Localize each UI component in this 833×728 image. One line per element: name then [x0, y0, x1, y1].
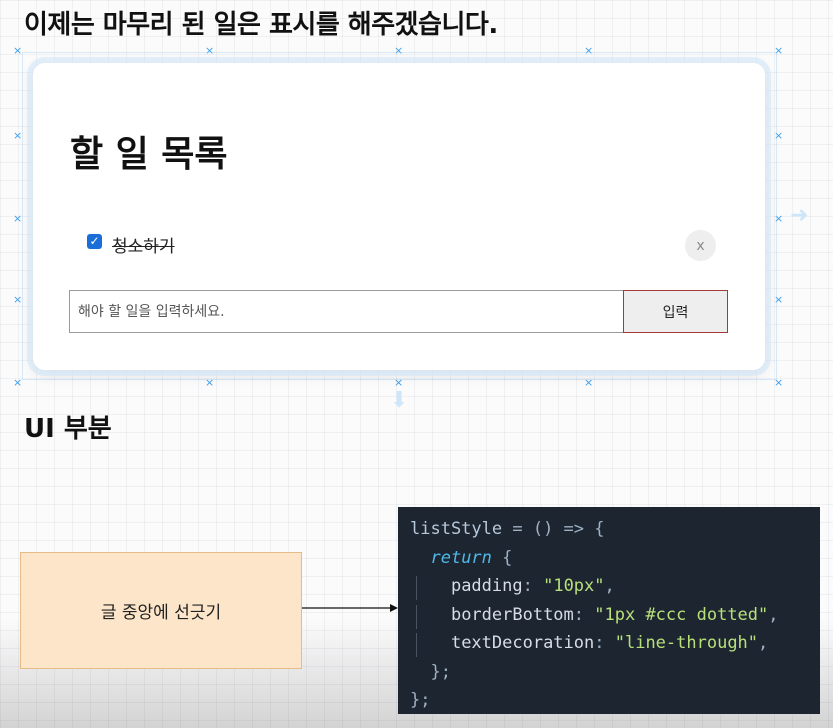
canvas-marker-icon: ×	[13, 44, 23, 57]
code-token: :	[594, 633, 615, 653]
code-function-name: listStyle	[410, 519, 503, 539]
canvas-marker-icon: ×	[13, 376, 23, 389]
arrow-right-icon	[302, 604, 398, 612]
code-token: };	[430, 661, 451, 682]
submit-button[interactable]: 입력	[623, 290, 728, 333]
todo-item: ✓ 청소하기	[85, 229, 725, 265]
code-property: padding	[450, 576, 523, 596]
code-block: listStyle = () => { return { padding: "1…	[398, 507, 820, 714]
page-heading: 이제는 마무리 된 일은 표시를 해주겠습니다.	[24, 10, 498, 40]
indent-guide	[416, 576, 417, 600]
code-property: borderBottom	[450, 604, 574, 625]
checkmark-icon: ✓	[89, 234, 100, 248]
todo-title: 할 일 목록	[70, 134, 228, 175]
code-line: listStyle = () => {	[410, 515, 820, 544]
delete-button[interactable]: x	[685, 230, 716, 261]
code-token: :	[573, 604, 595, 625]
code-string: "1px #ccc dotted"	[594, 604, 769, 625]
guide-arrow-down-icon: ⬇	[390, 388, 409, 413]
code-line: return {	[410, 544, 820, 573]
canvas-marker-icon: ×	[13, 293, 23, 306]
code-line: };	[410, 658, 820, 687]
code-property: textDecoration	[450, 633, 595, 653]
close-icon: x	[696, 237, 705, 254]
code-token: ,	[758, 633, 769, 653]
code-token: :	[522, 576, 544, 596]
todo-item-text: 청소하기	[112, 237, 175, 257]
code-token: };	[410, 690, 431, 710]
code-keyword: return	[430, 547, 492, 568]
canvas-marker-icon: ×	[13, 212, 23, 225]
section-label: UI 부분	[24, 414, 112, 444]
code-line: };	[410, 686, 820, 714]
code-token: ,	[768, 604, 779, 625]
indent-guide	[416, 604, 417, 629]
code-line: borderBottom: "1px #ccc dotted",	[410, 601, 820, 630]
code-token: = () => {	[502, 519, 605, 539]
todo-card: 할 일 목록 ✓ 청소하기 x 입력	[33, 63, 765, 370]
note-box: 글 중앙에 선긋기	[20, 552, 302, 669]
indent-guide	[416, 633, 417, 657]
code-string: "line-through"	[614, 633, 759, 653]
code-token: ,	[604, 576, 615, 596]
code-line: padding: "10px",	[410, 572, 820, 601]
code-string: "10px"	[543, 576, 605, 596]
code-token: {	[491, 547, 513, 568]
note-text: 글 중앙에 선긋기	[100, 603, 222, 623]
todo-checkbox[interactable]: ✓	[87, 234, 102, 249]
code-line: textDecoration: "line-through",	[410, 629, 820, 658]
canvas-marker-icon: ×	[13, 129, 23, 142]
todo-input[interactable]	[69, 290, 624, 333]
guide-arrow-right-icon: ➜	[790, 203, 809, 228]
